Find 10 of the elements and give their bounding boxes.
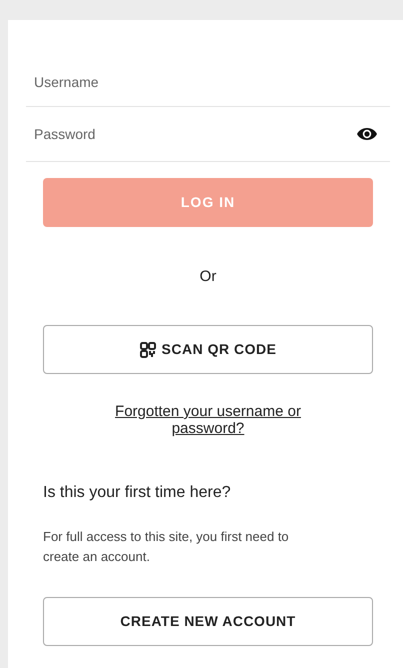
username-field[interactable]: Username: [26, 72, 390, 93]
create-account-button[interactable]: CREATE NEW ACCOUNT: [43, 596, 373, 646]
section-heading: Is this your first time here?: [43, 482, 232, 502]
password-field[interactable]: Password: [26, 124, 356, 144]
forgot-link[interactable]: Forgotten your username or password?: [93, 404, 323, 437]
or-text: Or: [200, 268, 216, 285]
info-text: For full access to this site, you first need to create an account.: [43, 528, 290, 566]
qr-code-icon: [140, 342, 156, 358]
eye-icon[interactable]: [356, 126, 378, 142]
scan-qr-button[interactable]: SCAN QR CODE: [43, 325, 373, 374]
